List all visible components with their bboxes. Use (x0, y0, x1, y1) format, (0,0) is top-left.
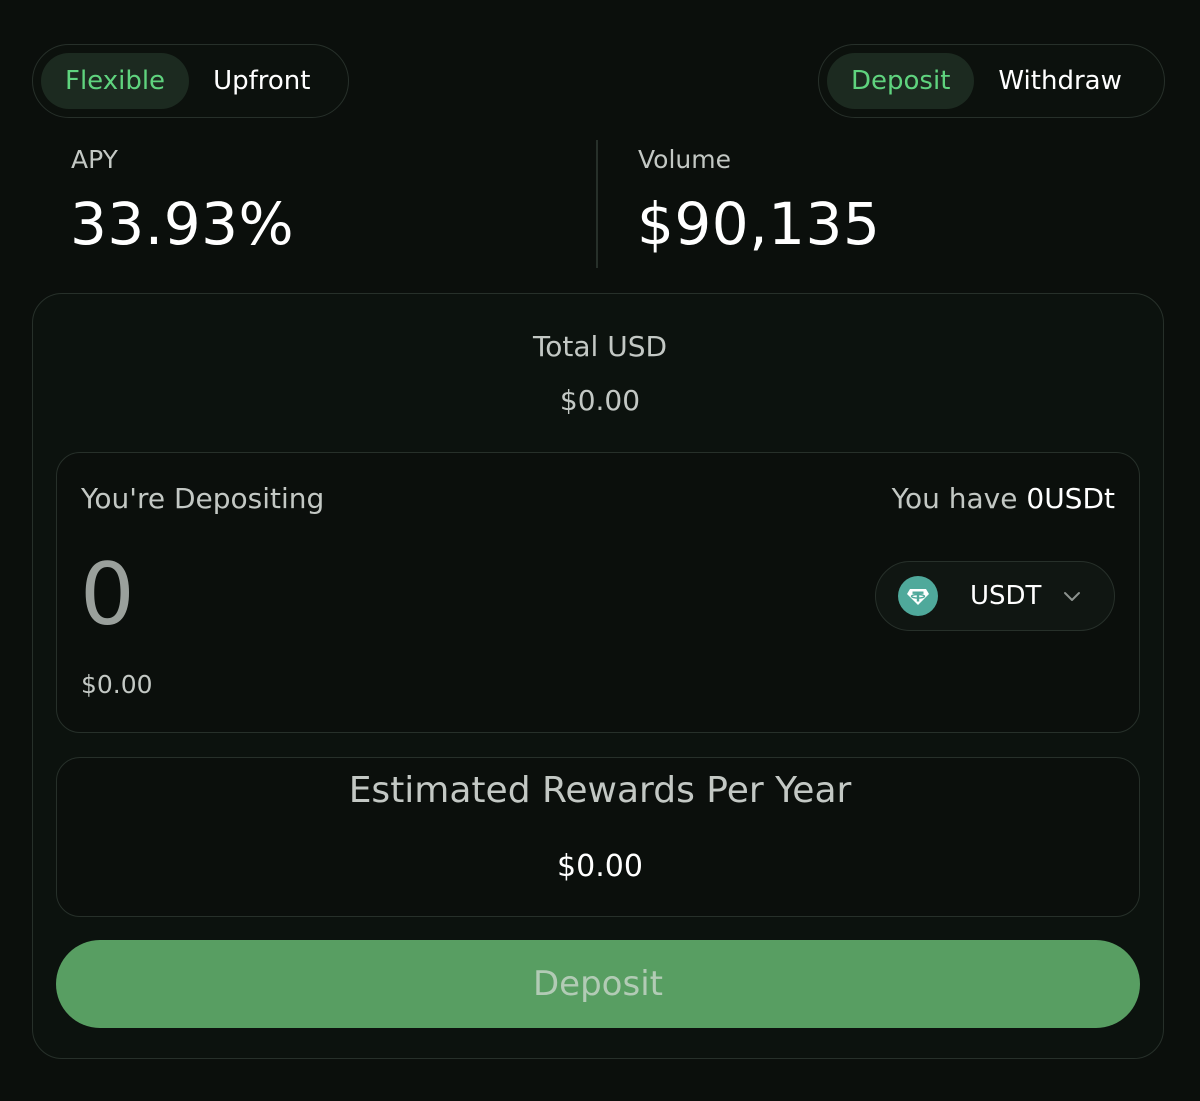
deposit-tab[interactable]: Deposit (827, 53, 975, 109)
volume-value: $90,135 (637, 190, 881, 258)
volume-label: Volume (638, 145, 731, 174)
balance-text: You have 0USDt (892, 482, 1115, 515)
staking-page: Flexible Upfront Deposit Withdraw APY 33… (0, 0, 1200, 1101)
apy-label: APY (71, 145, 118, 174)
action-toggle: Deposit Withdraw (818, 44, 1165, 118)
total-usd-value: $0.00 (559, 384, 641, 417)
withdraw-tab[interactable]: Withdraw (974, 53, 1145, 109)
rewards-value: $0.00 (557, 849, 643, 884)
upfront-tab[interactable]: Upfront (189, 53, 334, 109)
deposit-button[interactable]: Deposit (56, 940, 1140, 1028)
flexible-tab[interactable]: Flexible (41, 53, 190, 109)
depositing-label: You're Depositing (81, 482, 325, 515)
tether-icon (898, 576, 938, 616)
balance-value: 0USDt (1026, 482, 1115, 515)
apy-value: 33.93% (70, 190, 295, 258)
amount-usd-value: $0.00 (81, 670, 153, 699)
total-usd-label: Total USD (532, 330, 668, 363)
token-name: USDT (970, 581, 1042, 611)
amount-input[interactable]: 0 (80, 545, 135, 645)
mode-toggle: Flexible Upfront (32, 44, 349, 118)
chevron-down-icon (1061, 585, 1083, 607)
balance-prefix: You have (891, 482, 1018, 515)
rewards-label: Estimated Rewards Per Year (348, 770, 852, 811)
stats-divider (596, 140, 598, 268)
token-selector[interactable]: USDT (875, 561, 1115, 631)
